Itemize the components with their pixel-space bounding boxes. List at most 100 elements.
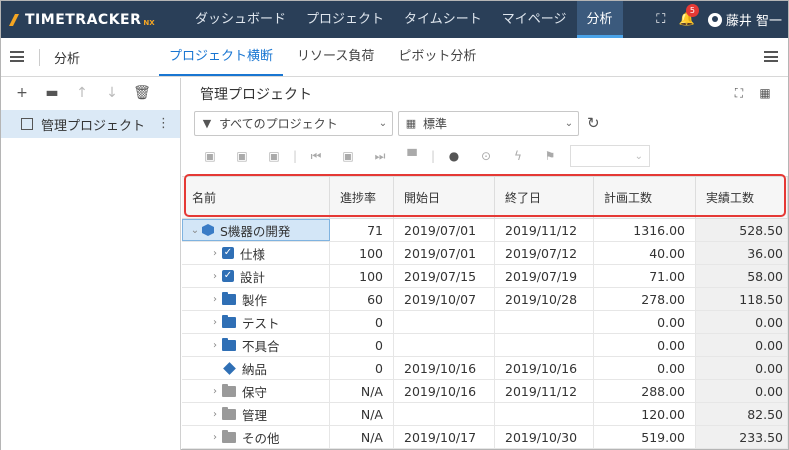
cell-start-date[interactable] — [394, 311, 495, 333]
app-logo[interactable]: TIMETRACKER NX — [7, 10, 155, 30]
toolbar-dropdown[interactable]: ⌄ — [570, 145, 650, 167]
cell-name[interactable]: › ✓ 仕様 — [182, 242, 330, 264]
cell-start-date[interactable]: 2019/10/07 — [394, 288, 495, 310]
chevron-right-icon[interactable]: › — [208, 271, 222, 282]
table-row[interactable]: 納品 0 2019/10/16 2019/10/16 0.00 0.00 — [182, 357, 788, 380]
folder-icon[interactable]: ▬ — [37, 85, 67, 101]
cell-end-date[interactable]: 2019/10/28 — [495, 288, 594, 310]
chevron-right-icon[interactable]: › — [208, 317, 222, 328]
chevron-right-icon[interactable]: › — [208, 409, 222, 420]
user-name[interactable]: 藤井 智一 — [726, 10, 782, 29]
cell-progress[interactable]: 71 — [330, 219, 394, 241]
calendar-icon[interactable]: ▦ — [752, 86, 778, 101]
cell-start-date[interactable]: 2019/10/17 — [394, 426, 495, 448]
cell-actual-hours[interactable]: 528.50 — [696, 219, 788, 241]
table-row[interactable]: › テスト 0 0.00 0.00 — [182, 311, 788, 334]
cell-planned-hours[interactable]: 0.00 — [594, 311, 696, 333]
table-row[interactable]: ⌄ S機器の開発 71 2019/07/01 2019/11/12 1316.00 528.… — [182, 219, 788, 242]
last-icon[interactable]: ⏭ — [364, 149, 396, 164]
cell-progress[interactable]: N/A — [330, 380, 394, 402]
collapse-icon[interactable]: ▀ — [396, 149, 428, 163]
table-row[interactable]: › ✓ 仕様 100 2019/07/01 2019/07/12 40.00 36.00 — [182, 242, 788, 265]
tab-cross-project[interactable]: プロジェクト横断 — [159, 38, 284, 76]
chevron-right-icon[interactable]: › — [208, 340, 222, 351]
nav-analysis[interactable]: 分析 — [576, 1, 623, 38]
refresh-icon[interactable]: ↻ — [587, 114, 600, 132]
cell-actual-hours[interactable]: 0.00 — [696, 334, 788, 356]
add-icon[interactable]: + — [7, 85, 37, 101]
nav-dashboard[interactable]: ダッシュボード — [185, 1, 296, 38]
cell-actual-hours[interactable]: 118.50 — [696, 288, 788, 310]
cell-end-date[interactable] — [495, 334, 594, 356]
cell-progress[interactable]: 100 — [330, 265, 394, 287]
download-icon[interactable]: ⊙ — [470, 149, 502, 163]
chevron-down-icon[interactable]: ⌄ — [188, 225, 202, 236]
cell-planned-hours[interactable]: 278.00 — [594, 288, 696, 310]
cell-actual-hours[interactable]: 0.00 — [696, 311, 788, 333]
tab-resource-load[interactable]: リソース負荷 — [287, 38, 384, 76]
table-row[interactable]: › 管理 N/A 120.00 82.50 — [182, 403, 788, 426]
first-icon[interactable]: ⏮ — [300, 149, 332, 164]
expand-icon[interactable]: ⛶ — [726, 86, 752, 101]
cell-name[interactable]: › テスト — [182, 311, 330, 333]
cell-name[interactable]: › 管理 — [182, 403, 330, 425]
cell-start-date[interactable]: 2019/07/15 — [394, 265, 495, 287]
cell-name[interactable]: › 不具合 — [182, 334, 330, 356]
tab-pivot-analysis[interactable]: ピボット分析 — [388, 38, 486, 76]
today-icon[interactable]: ▣ — [332, 149, 364, 163]
cell-end-date[interactable]: 2019/07/12 — [495, 242, 594, 264]
move-up-icon[interactable]: ↑ — [67, 85, 97, 101]
cell-end-date[interactable]: 2019/11/12 — [495, 380, 594, 402]
notification-bell-icon[interactable]: 🔔 5 — [674, 4, 700, 27]
left-item-management-project[interactable]: 管理プロジェクト ⋮ — [1, 110, 180, 138]
cell-actual-hours[interactable]: 0.00 — [696, 380, 788, 402]
cell-end-date[interactable] — [495, 311, 594, 333]
nav-project[interactable]: プロジェクト — [296, 1, 394, 38]
list-menu-icon[interactable] — [764, 51, 778, 63]
cell-name[interactable]: › 保守 — [182, 380, 330, 402]
table-row[interactable]: › 不具合 0 0.00 0.00 — [182, 334, 788, 357]
cell-end-date[interactable] — [495, 403, 594, 425]
cell-progress[interactable]: 60 — [330, 288, 394, 310]
trash-icon[interactable]: 🗑 — [127, 85, 157, 101]
calendar-1-icon[interactable]: ▣ — [194, 149, 226, 163]
cell-start-date[interactable]: 2019/10/16 — [394, 357, 495, 379]
chevron-right-icon[interactable]: › — [208, 386, 222, 397]
cell-planned-hours[interactable]: 120.00 — [594, 403, 696, 425]
cell-start-date[interactable]: 2019/07/01 — [394, 242, 495, 264]
cell-planned-hours[interactable]: 0.00 — [594, 334, 696, 356]
calendar-31-icon[interactable]: ▣ — [258, 149, 290, 163]
cell-progress[interactable]: N/A — [330, 426, 394, 448]
move-down-icon[interactable]: ↓ — [97, 85, 127, 101]
cell-planned-hours[interactable]: 519.00 — [594, 426, 696, 448]
table-row[interactable]: › ✓ 設計 100 2019/07/15 2019/07/19 71.00 58.00 — [182, 265, 788, 288]
cell-planned-hours[interactable]: 1316.00 — [594, 219, 696, 241]
cell-progress[interactable]: 100 — [330, 242, 394, 264]
cell-actual-hours[interactable]: 0.00 — [696, 357, 788, 379]
project-filter-select[interactable]: ▼ すべてのプロジェクト ⌄ — [194, 111, 393, 136]
cell-actual-hours[interactable]: 233.50 — [696, 426, 788, 448]
table-row[interactable]: › その他 N/A 2019/10/17 2019/10/30 519.00 233.50 — [182, 426, 788, 449]
calendar-7-icon[interactable]: ▣ — [226, 149, 258, 163]
hamburger-menu-icon[interactable] — [10, 51, 24, 62]
cell-name[interactable]: 納品 — [182, 357, 330, 379]
cell-planned-hours[interactable]: 288.00 — [594, 380, 696, 402]
kebab-menu-icon[interactable]: ⋮ — [157, 116, 170, 131]
cell-actual-hours[interactable]: 58.00 — [696, 265, 788, 287]
lightning-icon[interactable]: ϟ — [502, 149, 534, 163]
cell-name[interactable]: › ✓ 設計 — [182, 265, 330, 287]
cell-end-date[interactable]: 2019/11/12 — [495, 219, 594, 241]
table-row[interactable]: › 保守 N/A 2019/10/16 2019/11/12 288.00 0.00 — [182, 380, 788, 403]
cell-progress[interactable]: 0 — [330, 311, 394, 333]
cell-name[interactable]: › 製作 — [182, 288, 330, 310]
flag-icon[interactable]: ⚑ — [534, 149, 566, 163]
cell-progress[interactable]: 0 — [330, 334, 394, 356]
nav-timesheet[interactable]: タイムシート — [394, 1, 492, 38]
user-avatar-icon[interactable] — [707, 12, 722, 27]
cell-progress[interactable]: 0 — [330, 357, 394, 379]
cell-name[interactable]: › その他 — [182, 426, 330, 448]
pin-icon[interactable]: ● — [438, 149, 470, 163]
fullscreen-icon[interactable]: ⛶ — [648, 12, 674, 27]
nav-mypage[interactable]: マイページ — [492, 1, 577, 38]
cell-end-date[interactable]: 2019/07/19 — [495, 265, 594, 287]
